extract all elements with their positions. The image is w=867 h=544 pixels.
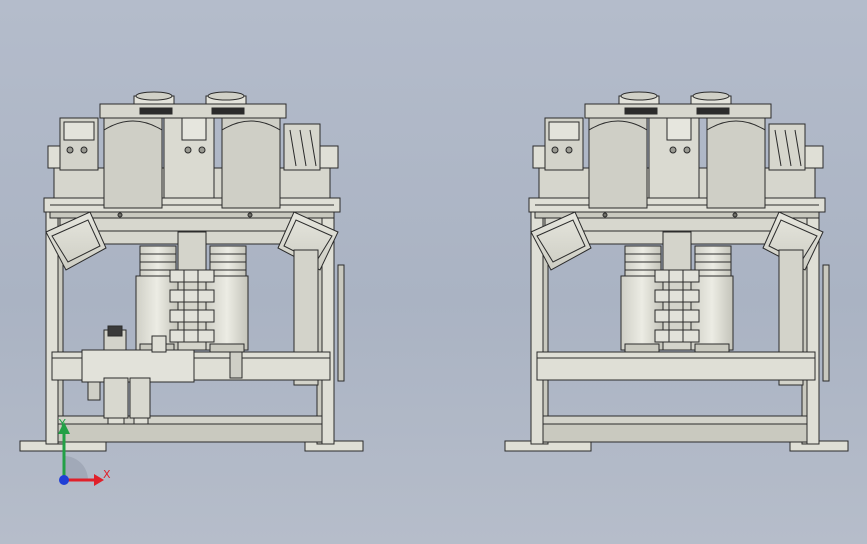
y-axis-label: Y xyxy=(59,417,66,430)
assembly-view-right xyxy=(504,91,849,452)
z-axis-origin xyxy=(59,475,69,485)
x-axis-label: X xyxy=(103,468,111,481)
cad-graphics-viewport[interactable]: Y X xyxy=(0,0,867,544)
assembly-view-left xyxy=(19,91,364,452)
assembly-drawing xyxy=(19,91,849,486)
